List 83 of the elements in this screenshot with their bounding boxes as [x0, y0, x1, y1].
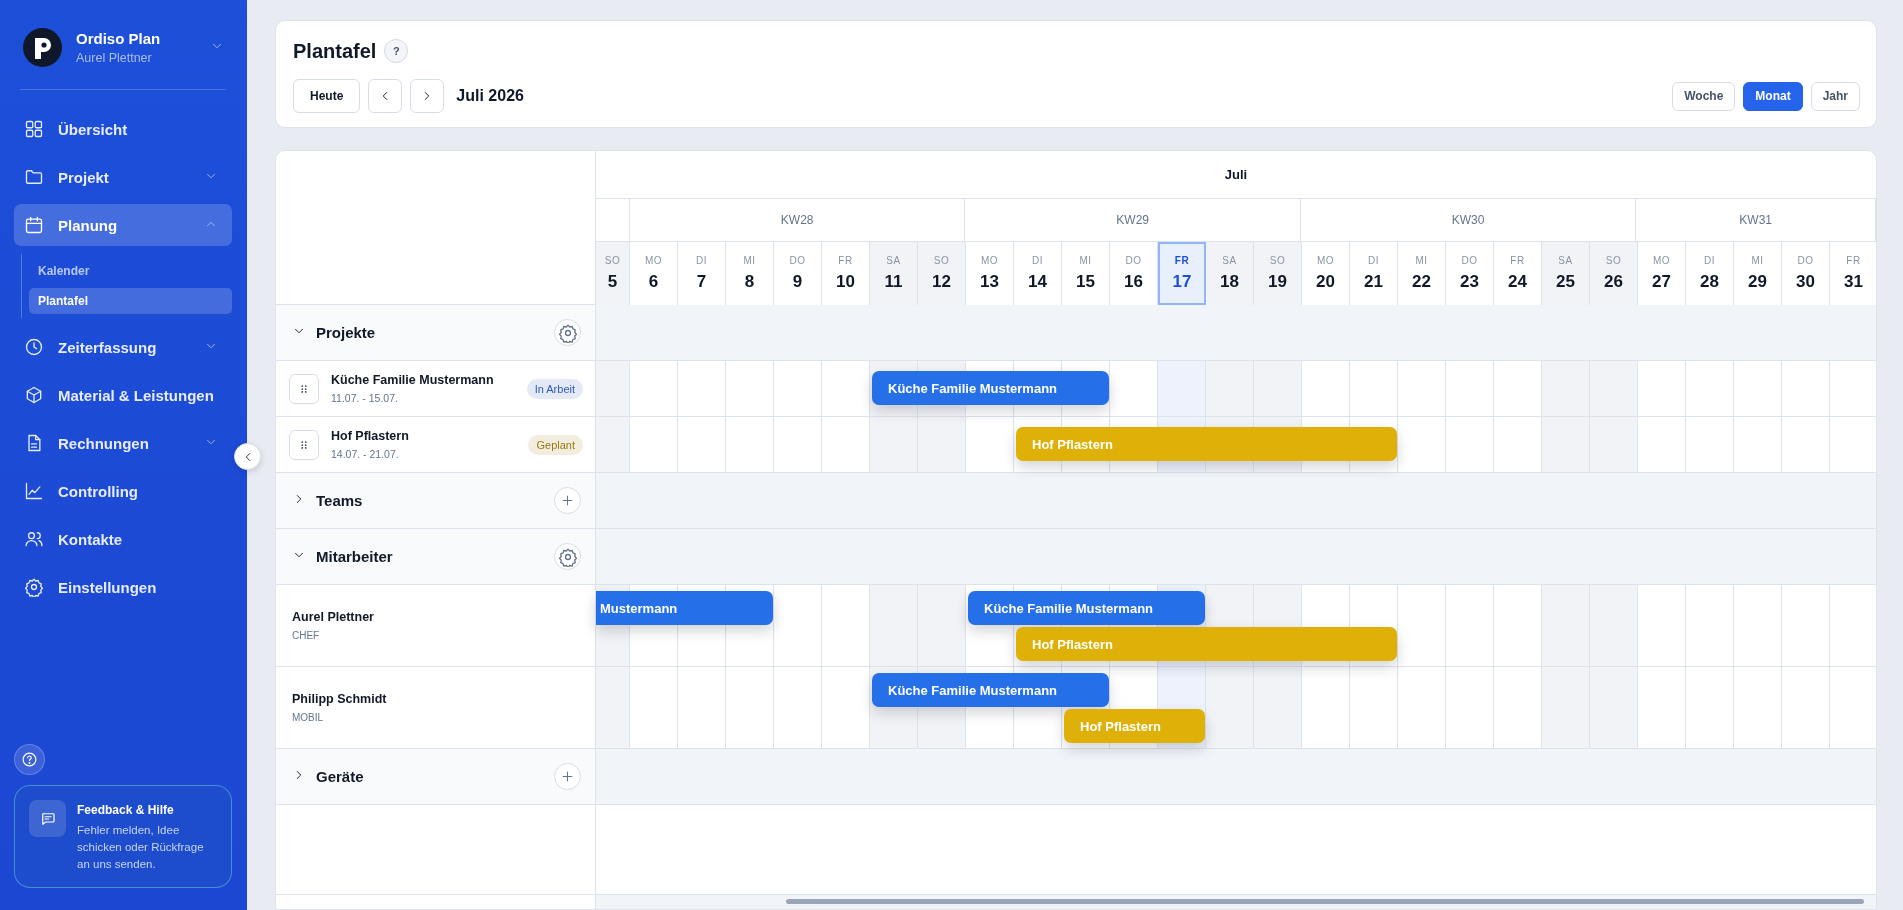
timeline-row[interactable]: Küche Familie Mustermann — [596, 361, 1876, 417]
section-title[interactable]: Teams — [316, 492, 544, 509]
period-label: Juli 2026 — [456, 87, 524, 105]
nav-item[interactable]: Material & Leistungen — [14, 374, 232, 416]
feedback-title: Feedback & Hilfe — [77, 803, 175, 817]
week-header: KW29 — [965, 199, 1301, 241]
horizontal-scrollbar[interactable] — [596, 895, 1876, 909]
day-header: SO 12 — [918, 242, 966, 305]
project-name: Küche Familie Mustermann — [331, 373, 495, 387]
nav-subitem[interactable]: Plantafel — [29, 288, 232, 314]
day-header: FR 17 — [1158, 242, 1206, 305]
schedule-bar[interactable]: Küche Familie Mustermann — [872, 673, 1109, 707]
nav-item[interactable]: Rechnungen — [14, 422, 232, 464]
schedule-bar[interactable]: Küche Familie Mustermann — [968, 591, 1205, 625]
section-title[interactable]: Geräte — [316, 768, 544, 785]
status-badge: Geplant — [528, 434, 583, 455]
schedule-bar[interactable]: Mustermann — [596, 591, 773, 625]
page-title: Plantafel — [293, 39, 377, 63]
clock-icon — [24, 337, 44, 357]
timeline-row[interactable]: Mustermann Küche Familie Mustermann Hof Pflastern — [596, 585, 1876, 667]
feedback-text: Fehler melden, Idee schicken oder Rückfrage an uns senden. — [77, 823, 205, 872]
section-header[interactable]: Geräte — [276, 749, 596, 805]
employee-role: CHEF — [292, 630, 321, 641]
add-button[interactable] — [554, 487, 581, 514]
chart-icon — [24, 481, 44, 501]
nav-item[interactable]: Übersicht — [14, 108, 232, 150]
project-dates: 14.07. - 21.07. — [331, 448, 400, 460]
nav-item[interactable]: Controlling — [14, 470, 232, 512]
calendar-icon — [24, 215, 44, 235]
day-header: SO 5 — [596, 242, 630, 305]
day-header: SO 26 — [1590, 242, 1638, 305]
timeline-row[interactable]: Küche Familie Mustermann Hof Pflastern — [596, 667, 1876, 749]
view-toggle[interactable]: Woche — [1672, 81, 1736, 111]
day-header: SO 19 — [1254, 242, 1302, 305]
users-icon — [24, 529, 44, 549]
nav-item[interactable]: Planung — [14, 204, 232, 246]
day-header: SA 25 — [1542, 242, 1590, 305]
day-header: SA 18 — [1206, 242, 1254, 305]
nav-item[interactable]: Kontakte — [14, 518, 232, 560]
plus-icon — [560, 493, 575, 508]
status-badge: In Arbeit — [526, 378, 583, 399]
logo-icon — [23, 28, 62, 67]
view-toggle[interactable]: Jahr — [1810, 81, 1860, 111]
employee-role: MOBIL — [292, 712, 325, 723]
gear-icon — [24, 577, 44, 597]
week-header: KW30 — [1300, 199, 1637, 241]
month-label: Juli — [596, 151, 1876, 199]
employee-name: Philipp Schmidt — [292, 692, 388, 706]
folder-icon — [24, 167, 44, 187]
employee-name: Aurel Plettner — [292, 610, 375, 624]
user-name: Aurel Plettner — [76, 51, 153, 65]
project-dates: 11.07. - 15.07. — [331, 392, 399, 404]
gear-icon — [557, 322, 578, 343]
cube-icon — [24, 385, 44, 405]
app-name: Ordiso Plan — [76, 30, 162, 47]
drag-handle[interactable] — [289, 373, 319, 404]
nav-item[interactable]: Zeiterfassung — [14, 326, 232, 368]
today-button[interactable]: Heute — [293, 79, 361, 113]
section-header[interactable]: Teams — [276, 473, 596, 529]
drag-handle[interactable] — [289, 429, 319, 460]
section-title[interactable]: Projekte — [316, 324, 544, 341]
feedback-card[interactable]: Feedback & Hilfe Fehler melden, Idee schicken oder Rückfrage an uns senden. — [14, 785, 232, 888]
view-toggle[interactable]: Monat — [1743, 81, 1803, 111]
section-header[interactable]: Projekte — [276, 305, 596, 361]
section-header[interactable]: Mitarbeiter — [276, 529, 596, 585]
schedule-bar[interactable]: Küche Familie Mustermann — [872, 371, 1109, 405]
add-button[interactable] — [554, 763, 581, 790]
week-header: KW31 — [1636, 199, 1876, 241]
settings-button[interactable] — [554, 319, 581, 346]
help-icon — [21, 751, 38, 768]
week-header: KW28 — [629, 199, 966, 241]
section-title[interactable]: Mitarbeiter — [316, 548, 544, 565]
gear-icon — [557, 546, 578, 567]
settings-button[interactable] — [554, 543, 581, 570]
help-badge[interactable]: ? — [384, 39, 409, 63]
plus-icon — [560, 769, 575, 784]
nav-item[interactable]: Einstellungen — [14, 566, 232, 608]
grid-icon — [24, 119, 44, 139]
nav-subitem[interactable]: Kalender — [29, 258, 232, 284]
day-header: SA 11 — [870, 242, 918, 305]
help-button[interactable] — [14, 744, 45, 775]
nav-item[interactable]: Projekt — [14, 156, 232, 198]
project-name: Hof Pflastern — [331, 429, 410, 443]
